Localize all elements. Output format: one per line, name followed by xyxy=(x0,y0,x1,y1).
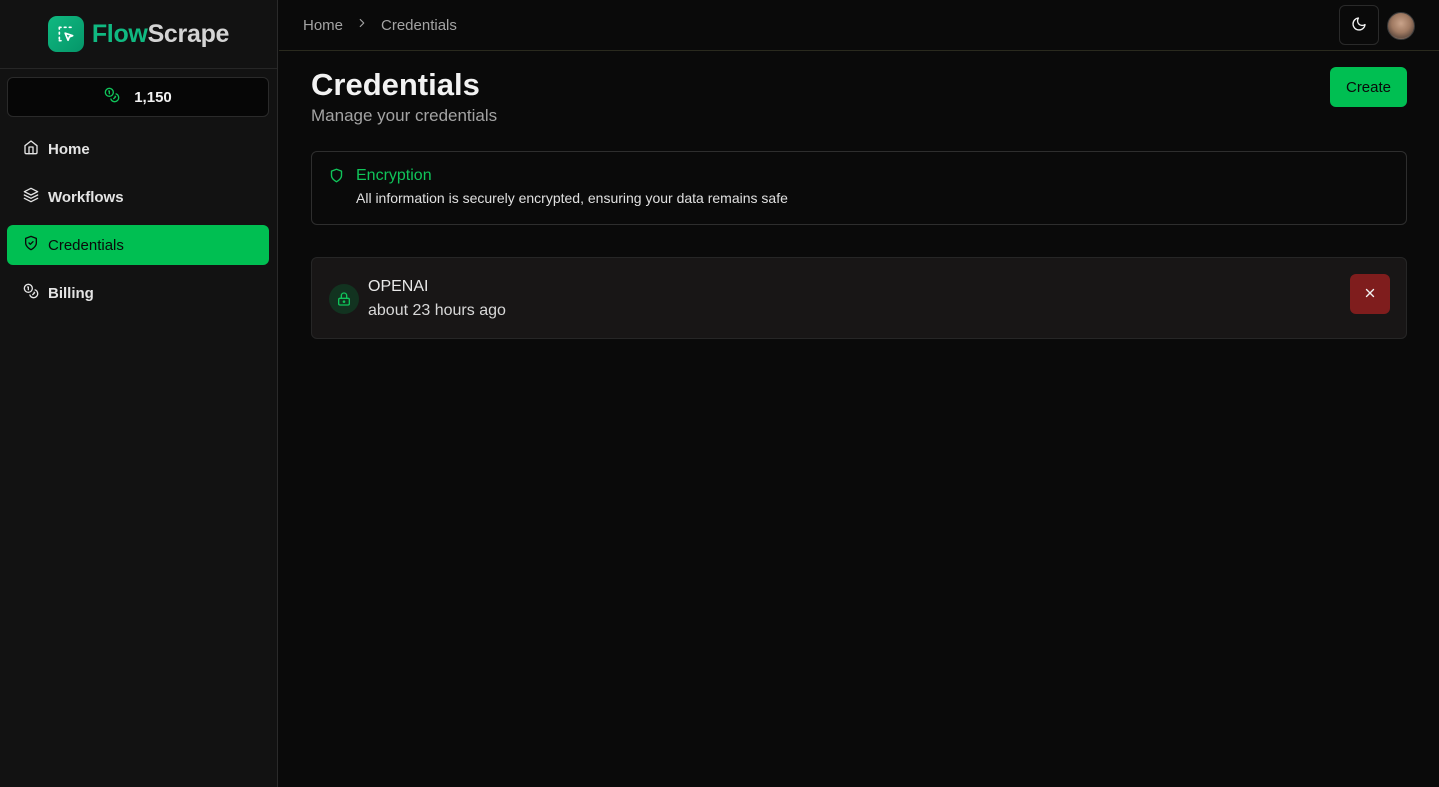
brand-name: FlowScrape xyxy=(91,19,230,49)
sidebar-item-label: Workflows xyxy=(48,188,124,206)
sidebar-item-label: Home xyxy=(48,140,90,158)
breadcrumb-current[interactable]: Credentials xyxy=(381,17,457,34)
sidebar-nav: Home Workflows Credentials Billing xyxy=(7,129,269,321)
layers-icon xyxy=(23,187,39,207)
brand-logo[interactable]: FlowScrape xyxy=(0,0,277,69)
page-title: Credentials xyxy=(311,67,480,102)
brand-name-part2: Scrape xyxy=(147,19,230,48)
credits-balance[interactable]: 1,150 xyxy=(7,77,269,117)
sidebar-item-billing[interactable]: Billing xyxy=(7,273,269,313)
encryption-notice: Encryption All information is securely e… xyxy=(311,151,1407,225)
chevron-right-icon xyxy=(355,16,369,34)
coins-icon xyxy=(23,283,39,303)
coins-icon xyxy=(104,87,120,108)
sidebar-item-home[interactable]: Home xyxy=(7,129,269,169)
breadcrumb-home[interactable]: Home xyxy=(303,17,343,34)
sidebar-item-label: Credentials xyxy=(48,236,124,254)
credits-value: 1,150 xyxy=(134,88,172,106)
top-header: Home Credentials xyxy=(279,0,1439,51)
shield-check-icon xyxy=(23,235,39,255)
user-avatar[interactable] xyxy=(1387,12,1415,40)
page-subtitle: Manage your credentials xyxy=(311,106,498,125)
close-icon xyxy=(1363,286,1377,303)
home-icon xyxy=(23,139,39,159)
encryption-description: All information is securely encrypted, e… xyxy=(356,190,788,206)
sidebar-item-label: Billing xyxy=(48,284,94,302)
breadcrumb: Home Credentials xyxy=(303,16,457,34)
delete-credential-button[interactable] xyxy=(1350,274,1390,314)
shield-icon xyxy=(329,168,344,188)
sidebar: FlowScrape 1,150 Home Workflows Credenti… xyxy=(0,0,278,787)
theme-toggle-button[interactable] xyxy=(1339,5,1379,45)
app-root: FlowScrape 1,150 Home Workflows Credenti… xyxy=(0,0,1439,787)
cursor-select-icon xyxy=(47,16,84,52)
encryption-title: Encryption xyxy=(356,167,432,184)
sidebar-item-credentials[interactable]: Credentials xyxy=(7,225,269,265)
credential-name: OPENAI xyxy=(368,278,429,295)
create-credential-button[interactable]: Create xyxy=(1330,67,1407,107)
lock-icon xyxy=(329,284,359,314)
credential-created-time: about 23 hours ago xyxy=(368,302,506,319)
moon-icon xyxy=(1351,16,1367,35)
brand-name-part1: Flow xyxy=(91,19,148,48)
sidebar-item-workflows[interactable]: Workflows xyxy=(7,177,269,217)
credential-card: OPENAI about 23 hours ago xyxy=(311,257,1407,339)
